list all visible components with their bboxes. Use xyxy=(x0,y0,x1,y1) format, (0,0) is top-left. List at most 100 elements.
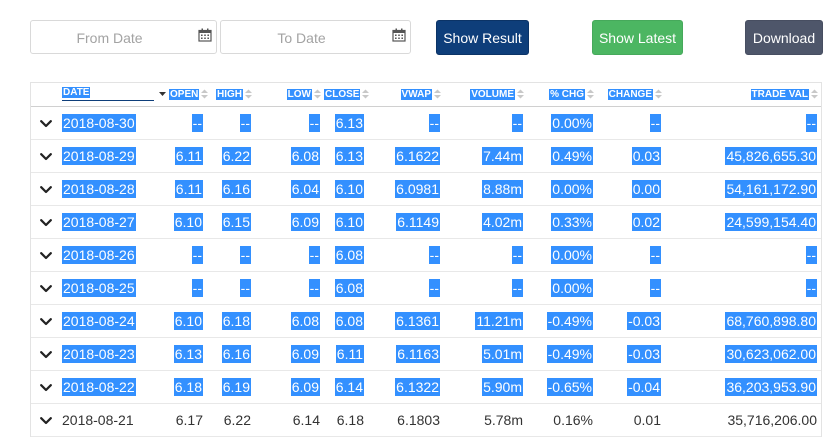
chevron-down-icon[interactable] xyxy=(40,416,52,425)
show-result-button[interactable]: Show Result xyxy=(436,20,529,55)
row-expand-toggle[interactable] xyxy=(31,271,61,305)
table-row[interactable]: 2018-08-26 -- -- -- 6.08 -- -- 0.00% -- -- xyxy=(31,238,821,272)
cell-low: 6.04 xyxy=(255,172,324,206)
cell-change: -- xyxy=(597,106,665,140)
cell-pchg: 0.00% xyxy=(527,238,597,272)
chevron-down-icon[interactable] xyxy=(40,284,52,293)
chevron-down-icon[interactable] xyxy=(40,119,52,128)
column-header-close[interactable]: CLOSE xyxy=(324,83,370,107)
table-row[interactable]: 2018-08-22 6.18 6.19 6.09 6.14 6.1322 5.90m -0.… xyxy=(31,370,821,404)
cell-date: 2018-08-26 xyxy=(61,238,169,272)
cell-close: 6.08 xyxy=(324,304,368,338)
cell-value: -- xyxy=(805,278,817,297)
cell-change: 0.03 xyxy=(597,139,665,173)
cell-volume: -- xyxy=(444,271,527,305)
cell-value: 0.00% xyxy=(551,113,593,132)
to-date-input[interactable]: To Date xyxy=(220,20,411,54)
table-row[interactable]: 2018-08-28 6.11 6.16 6.04 6.10 6.0981 8.88m 0.0… xyxy=(31,172,821,206)
cell-change: 0.01 xyxy=(597,403,665,437)
row-expand-toggle[interactable] xyxy=(31,304,61,338)
row-expand-toggle[interactable] xyxy=(31,370,61,404)
cell-value: 2018-08-21 xyxy=(62,411,134,428)
calendar-icon[interactable] xyxy=(198,28,212,42)
cell-high: -- xyxy=(207,271,255,305)
row-expand-toggle[interactable] xyxy=(31,205,61,239)
download-button[interactable]: Download xyxy=(745,20,823,55)
cell-value: -- xyxy=(511,245,523,264)
cell-value: 6.09 xyxy=(290,377,320,396)
sort-icon xyxy=(811,89,818,99)
cell-value: 6.09 xyxy=(290,212,320,231)
cell-change: -- xyxy=(597,271,665,305)
chevron-down-icon[interactable] xyxy=(40,251,52,260)
cell-value: -- xyxy=(308,278,320,297)
cell-volume: 5.90m xyxy=(444,370,527,404)
cell-low: 6.09 xyxy=(255,370,324,404)
column-header-high[interactable]: HIGH xyxy=(207,83,255,107)
cell-value: 54,161,172.90 xyxy=(725,179,817,198)
row-expand-toggle[interactable] xyxy=(31,337,61,371)
from-date-input[interactable]: From Date xyxy=(30,20,217,54)
row-expand-toggle[interactable] xyxy=(31,172,61,206)
chevron-down-icon[interactable] xyxy=(40,185,52,194)
toolbar: From Date To Date Show Result Show Lates… xyxy=(0,0,840,70)
column-header-volume[interactable]: VOLUME xyxy=(444,83,527,107)
cell-high: -- xyxy=(207,238,255,272)
cell-vwap: 6.1622 xyxy=(368,139,444,173)
table-row[interactable]: 2018-08-27 6.10 6.15 6.09 6.10 6.1149 4.02m 0.3… xyxy=(31,205,821,239)
column-header-tradeval[interactable]: TRADE VAL xyxy=(665,83,821,107)
chevron-down-icon[interactable] xyxy=(40,317,52,326)
cell-vwap: -- xyxy=(368,238,444,272)
cell-value: 6.08 xyxy=(334,245,364,264)
column-header-vwap[interactable]: VWAP xyxy=(368,83,444,107)
row-expand-toggle[interactable] xyxy=(31,139,61,173)
calendar-icon[interactable] xyxy=(392,28,406,42)
cell-vwap: -- xyxy=(368,106,444,140)
column-header-change[interactable]: CHANGE xyxy=(597,83,665,107)
chevron-down-icon[interactable] xyxy=(40,218,52,227)
cell-value: 6.10 xyxy=(334,179,364,198)
sort-icon xyxy=(245,89,252,99)
table-row[interactable]: 2018-08-29 6.11 6.22 6.08 6.13 6.1622 7.44m 0.4… xyxy=(31,139,821,173)
cell-open: 6.17 xyxy=(169,403,207,437)
column-header-pchg[interactable]: % CHG xyxy=(527,83,597,107)
chevron-down-icon[interactable] xyxy=(40,350,52,359)
cell-value: 5.01m xyxy=(482,344,523,363)
cell-value: 6.22 xyxy=(221,146,251,165)
from-date-placeholder: From Date xyxy=(76,30,143,46)
cell-high: 6.19 xyxy=(207,370,255,404)
prices-table: DATE OPEN HIGH LOW CLOSE VWAP VOLUME % C… xyxy=(30,82,822,437)
row-expand-toggle[interactable] xyxy=(31,403,61,437)
cell-date: 2018-08-29 xyxy=(61,139,169,173)
table-row[interactable]: 2018-08-24 6.10 6.18 6.08 6.08 6.1361 11.21m -0… xyxy=(31,304,821,338)
table-row[interactable]: 2018-08-30 -- -- -- 6.13 -- -- 0.00% -- -- xyxy=(31,106,821,140)
cell-open: 6.13 xyxy=(169,337,207,371)
cell-value: -- xyxy=(649,245,661,264)
column-header-date[interactable]: DATE xyxy=(61,83,169,107)
column-header-open[interactable]: OPEN xyxy=(169,83,209,107)
cell-open: 6.10 xyxy=(169,205,207,239)
row-expand-toggle[interactable] xyxy=(31,238,61,272)
cell-value: 6.13 xyxy=(334,146,364,165)
column-header-low[interactable]: LOW xyxy=(255,83,324,107)
table-row[interactable]: 2018-08-23 6.13 6.16 6.09 6.11 6.1163 5.01m -0.… xyxy=(31,337,821,371)
cell-value: -- xyxy=(649,113,661,132)
show-latest-button[interactable]: Show Latest xyxy=(592,20,683,55)
cell-value: -- xyxy=(428,113,440,132)
cell-value: 6.10 xyxy=(334,212,364,231)
column-header-label: % CHG xyxy=(549,88,585,100)
cell-value: 6.04 xyxy=(290,179,320,198)
cell-close: 6.10 xyxy=(324,172,368,206)
cell-high: 6.22 xyxy=(207,139,255,173)
cell-pchg: 0.16% xyxy=(527,403,597,437)
cell-value: 6.1361 xyxy=(395,311,440,330)
cell-pchg: -0.49% xyxy=(527,337,597,371)
table-row[interactable]: 2018-08-25 -- -- -- 6.08 -- -- 0.00% -- -- xyxy=(31,271,821,305)
table-row[interactable]: 2018-08-21 6.17 6.22 6.14 6.18 6.1803 5.78m 0.1… xyxy=(31,403,821,437)
row-expand-toggle[interactable] xyxy=(31,106,61,140)
chevron-down-icon[interactable] xyxy=(40,383,52,392)
cell-value: 6.1622 xyxy=(395,146,440,165)
cell-value: -- xyxy=(428,245,440,264)
cell-value: 6.08 xyxy=(290,311,320,330)
chevron-down-icon[interactable] xyxy=(40,152,52,161)
